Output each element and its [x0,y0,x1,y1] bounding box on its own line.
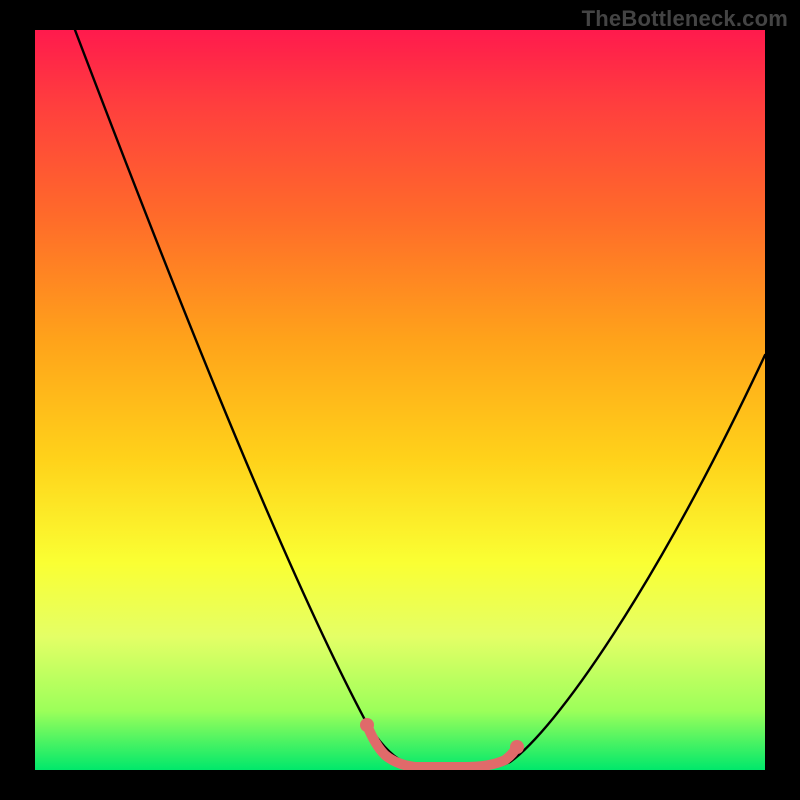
plot-area [35,30,765,770]
optimal-band-dot-left [360,718,374,732]
curve-svg [35,30,765,770]
watermark-text: TheBottleneck.com [582,6,788,32]
optimal-band-dot-right [510,740,524,754]
bottleneck-curve-line [75,30,765,768]
chart-frame: TheBottleneck.com [0,0,800,800]
optimal-band-line [367,725,517,767]
